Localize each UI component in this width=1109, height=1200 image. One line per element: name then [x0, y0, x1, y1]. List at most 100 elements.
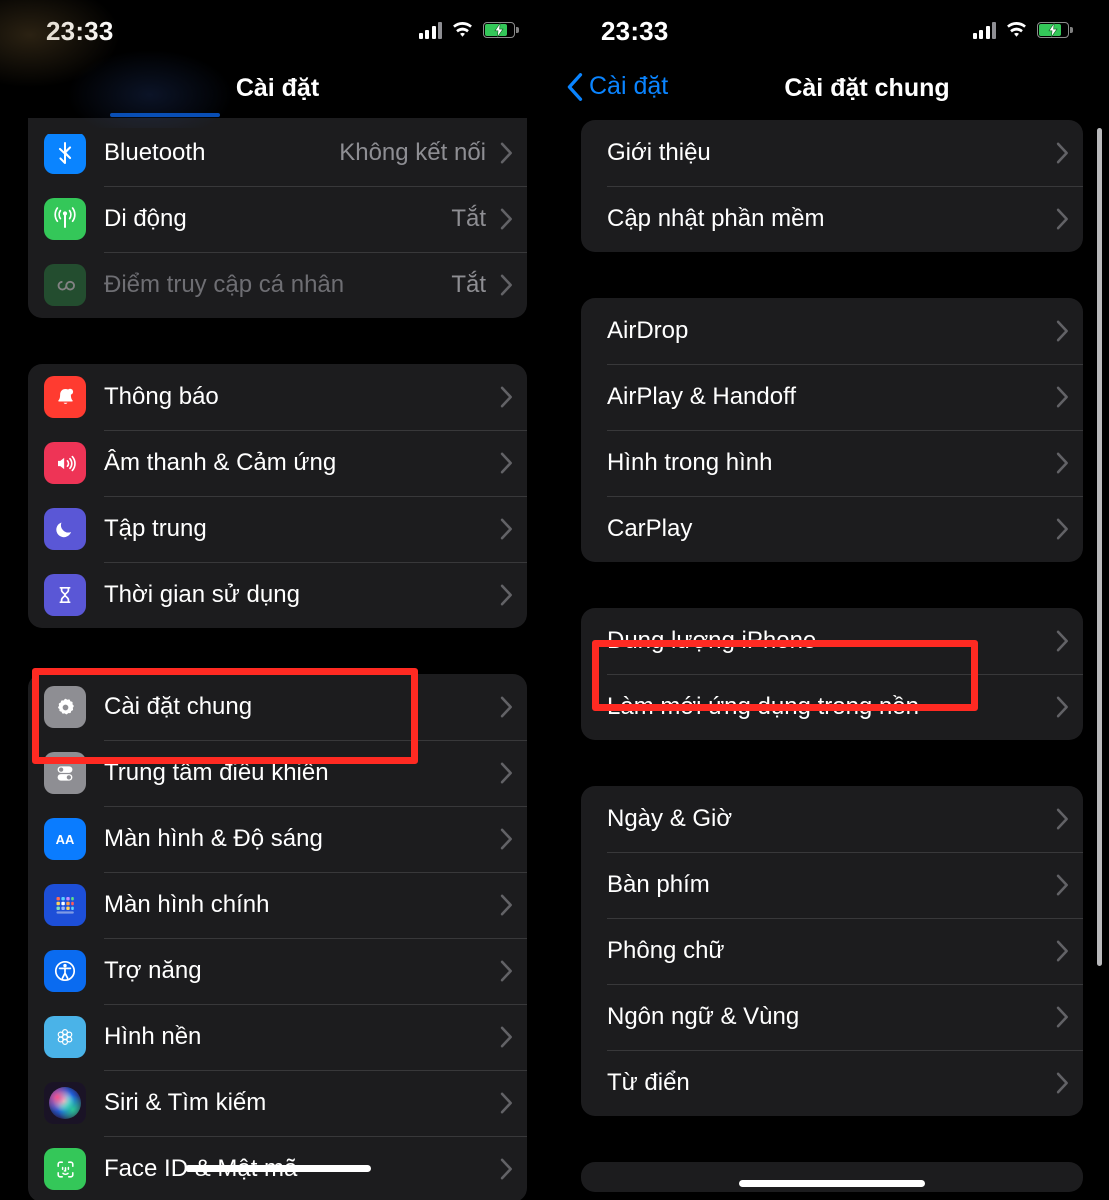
cellular-icon	[44, 198, 86, 240]
general-row-software-update[interactable]: Cập nhật phần mềm	[581, 186, 1083, 252]
cellular-bars-icon	[972, 21, 996, 39]
display-brightness-icon: AA	[44, 818, 86, 860]
general-row-about[interactable]: Giới thiệu	[581, 120, 1083, 186]
general-row-airplay-handoff[interactable]: AirPlay & Handoff	[581, 364, 1083, 430]
settings-row-focus[interactable]: Tập trung	[28, 496, 527, 562]
settings-row-home-screen[interactable]: Màn hình chính	[28, 872, 527, 938]
settings-row-screen-time[interactable]: Thời gian sử dụng	[28, 562, 527, 628]
status-bar-indicators	[972, 16, 1073, 44]
general-row-keyboard[interactable]: Bàn phím	[581, 852, 1083, 918]
general-group-storage: Dung lượng iPhone Làm mới ứng dụng trong…	[581, 608, 1083, 740]
settings-row-label: Thời gian sử dụng	[104, 581, 300, 608]
settings-row-general[interactable]: Cài đặt chung	[28, 674, 527, 740]
settings-row-label: Màn hình chính	[104, 891, 270, 918]
chevron-right-icon	[500, 894, 512, 916]
gear-icon	[44, 686, 86, 728]
settings-row-cellular[interactable]: Di động Tắt	[28, 186, 527, 252]
nav-bar-right: Cài đặt Cài đặt chung	[555, 62, 1109, 120]
settings-row-label: Trợ năng	[104, 957, 202, 984]
settings-row-sounds-haptics[interactable]: Âm thanh & Cảm ứng	[28, 430, 527, 496]
partial-row-above-icon	[110, 113, 220, 117]
chevron-right-icon	[1056, 874, 1068, 896]
settings-row-notifications[interactable]: Thông báo	[28, 364, 527, 430]
status-bar-right: 23:33	[555, 0, 1109, 62]
chevron-right-icon	[1056, 1072, 1068, 1094]
back-button-settings[interactable]: Cài đặt	[567, 72, 668, 101]
dual-screenshot-canvas: 23:33 Cài đặt Bluetooth Không kết nối Di…	[0, 0, 1109, 1200]
general-group-sharing: AirDrop AirPlay & Handoff Hình trong hìn…	[581, 298, 1083, 562]
general-row-date-time[interactable]: Ngày & Giờ	[581, 786, 1083, 852]
general-row-carplay[interactable]: CarPlay	[581, 496, 1083, 562]
battery-charging-icon	[483, 22, 519, 38]
wallpaper-icon	[44, 1016, 86, 1058]
bluetooth-icon	[44, 132, 86, 174]
chevron-right-icon	[1056, 1006, 1068, 1028]
chevron-right-icon	[1056, 630, 1068, 652]
settings-row-label: Dung lượng iPhone	[607, 627, 817, 654]
chevron-right-icon	[1056, 208, 1068, 230]
settings-row-control-center[interactable]: Trung tâm điều khiển	[28, 740, 527, 806]
settings-list-left[interactable]: Bluetooth Không kết nối Di động Tắt Điểm…	[0, 120, 555, 1200]
chevron-right-icon	[500, 208, 512, 230]
wifi-icon	[1005, 21, 1028, 39]
cellular-bars-icon	[418, 21, 442, 39]
focus-moon-icon	[44, 508, 86, 550]
settings-row-label: Màn hình & Độ sáng	[104, 825, 323, 852]
status-bar-clock: 23:33	[46, 16, 114, 46]
settings-row-value: Tắt	[451, 271, 486, 298]
svg-text:AA: AA	[56, 832, 75, 847]
settings-row-label: Bàn phím	[607, 871, 710, 898]
settings-row-value: Tắt	[451, 205, 486, 232]
general-row-picture-in-picture[interactable]: Hình trong hình	[581, 430, 1083, 496]
settings-root-screen: 23:33 Cài đặt Bluetooth Không kết nối Di…	[0, 0, 555, 1200]
status-bar-indicators	[418, 16, 519, 44]
chevron-left-icon	[567, 72, 583, 101]
chevron-right-icon	[1056, 320, 1068, 342]
page-title-general: Cài đặt chung	[784, 74, 950, 102]
chevron-right-icon	[500, 696, 512, 718]
chevron-right-icon	[1056, 518, 1068, 540]
chevron-right-icon	[1056, 386, 1068, 408]
general-group-next-partial	[581, 1162, 1083, 1192]
chevron-right-icon	[500, 386, 512, 408]
settings-row-siri-search[interactable]: Siri & Tìm kiếm	[28, 1070, 527, 1136]
settings-row-label: Di động	[104, 205, 187, 232]
chevron-right-icon	[500, 1092, 512, 1114]
list-clip-top	[28, 118, 527, 134]
home-indicator-right	[739, 1180, 925, 1187]
accessibility-icon	[44, 950, 86, 992]
settings-row-label: Bluetooth	[104, 139, 206, 166]
personal-hotspot-icon	[44, 264, 86, 306]
general-row-dictionary[interactable]: Từ điển	[581, 1050, 1083, 1116]
settings-row-label: Hình nền	[104, 1023, 202, 1050]
general-row-airdrop[interactable]: AirDrop	[581, 298, 1083, 364]
general-row-iphone-storage[interactable]: Dung lượng iPhone	[581, 608, 1083, 674]
chevron-right-icon	[500, 828, 512, 850]
settings-list-right[interactable]: Giới thiệu Cập nhật phần mềm AirDrop Air…	[555, 120, 1109, 1192]
settings-row-accessibility[interactable]: Trợ năng	[28, 938, 527, 1004]
settings-row-label: Làm mới ứng dụng trong nền	[607, 693, 919, 720]
general-group-about: Giới thiệu Cập nhật phần mềm	[581, 120, 1083, 252]
general-row-fonts[interactable]: Phông chữ	[581, 918, 1083, 984]
screen-time-hourglass-icon	[44, 574, 86, 616]
settings-row-personal-hotspot[interactable]: Điểm truy cập cá nhân Tắt	[28, 252, 527, 318]
settings-row-value: Không kết nối	[339, 139, 486, 166]
settings-row-label: AirPlay & Handoff	[607, 383, 796, 410]
settings-group-connectivity: Bluetooth Không kết nối Di động Tắt Điểm…	[28, 120, 527, 318]
chevron-right-icon	[1056, 940, 1068, 962]
general-row-language-region[interactable]: Ngôn ngữ & Vùng	[581, 984, 1083, 1050]
general-row-background-app-refresh[interactable]: Làm mới ứng dụng trong nền	[581, 674, 1083, 740]
vertical-scrollbar[interactable]	[1097, 128, 1102, 966]
back-button-label: Cài đặt	[589, 72, 669, 100]
settings-row-label: Cập nhật phần mềm	[607, 205, 825, 232]
chevron-right-icon	[500, 584, 512, 606]
settings-row-label: Ngày & Giờ	[607, 805, 733, 832]
nav-bar-left: Cài đặt	[0, 62, 555, 120]
wifi-icon	[451, 21, 474, 39]
settings-row-wallpaper[interactable]: Hình nền	[28, 1004, 527, 1070]
settings-row-display-brightness[interactable]: AA Màn hình & Độ sáng	[28, 806, 527, 872]
